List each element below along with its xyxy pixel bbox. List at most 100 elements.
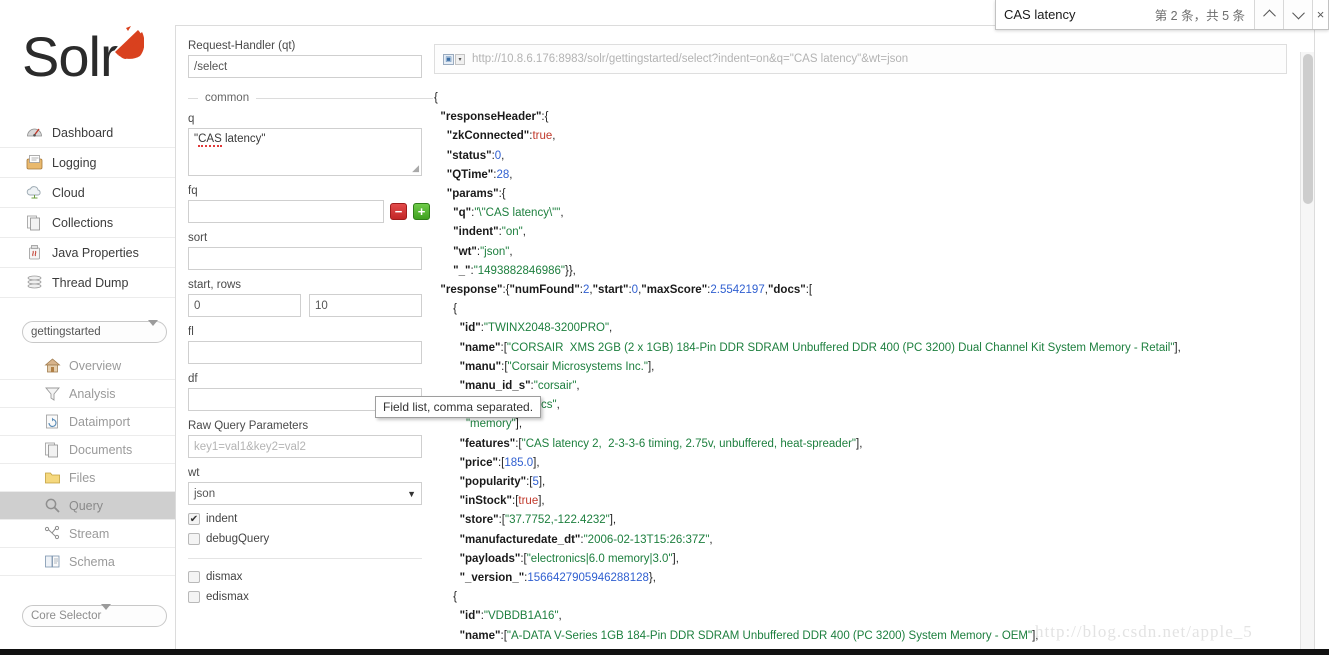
json-line: "_version_":1566427905946288128},	[459, 572, 656, 585]
sidebar-item-documents[interactable]: Documents	[0, 436, 175, 464]
subnav-label: Files	[69, 470, 96, 485]
edismax-label: edismax	[206, 591, 249, 603]
result-panel: ▣ ▾ http://10.8.6.176:8983/solr/gettingst…	[434, 31, 1304, 655]
subnav-label: Overview	[69, 358, 122, 373]
json-line: "id":"TWINX2048-3200PRO",	[459, 322, 613, 335]
find-match-count: 第 2 条，共 5 条	[1154, 9, 1245, 23]
json-line: "inStock":[true],	[459, 495, 545, 508]
q-input[interactable]: "CAS latency" ◢	[188, 128, 422, 176]
json-line: "responseHeader":{	[440, 111, 549, 124]
sidebar-item-collections[interactable]: Collections	[0, 208, 175, 238]
json-line: "features":["CAS latency 2, 2-3-3-6 timi…	[459, 437, 863, 450]
request-handler-input[interactable]: /select	[188, 55, 422, 78]
sidebar-item-overview[interactable]: Overview	[0, 352, 175, 380]
sidebar-item-cloud[interactable]: Cloud	[0, 178, 175, 208]
solr-logo[interactable]: Solr	[22, 26, 162, 88]
folder-icon	[44, 469, 61, 486]
sidebar-label: Cloud	[52, 185, 85, 200]
sidebar-item-schema[interactable]: Schema	[0, 548, 175, 576]
divider	[188, 558, 422, 559]
q-label: q	[188, 113, 195, 125]
find-close-button[interactable]: ×	[1312, 0, 1328, 29]
sidebar-item-java-properties[interactable]: Java Properties	[0, 238, 175, 268]
sidebar-label: Java Properties	[52, 245, 139, 260]
sidebar-item-stream[interactable]: Stream	[0, 520, 175, 548]
solr-admin-screen: Solr Dashboard Logging Cloud Collections…	[0, 0, 1329, 655]
rows-input[interactable]: 10	[309, 294, 422, 317]
json-line: "zkConnected":true,	[446, 130, 556, 143]
sidebar-item-dashboard[interactable]: Dashboard	[0, 118, 175, 148]
watermark: http://blog.csdn.net/apple_5	[1035, 622, 1253, 641]
core-dropdown[interactable]: gettingstarted	[22, 320, 167, 343]
sidebar-label: Dashboard	[52, 125, 114, 140]
indent-checkbox[interactable]: ✔	[188, 513, 200, 525]
debug-query-checkbox[interactable]	[188, 533, 200, 545]
json-response: { "responseHeader":{ "zkConnected":true,…	[434, 89, 1304, 655]
edismax-row[interactable]: edismax	[188, 591, 433, 603]
scrollbar-thumb[interactable]	[1303, 54, 1313, 204]
json-line: "status":0,	[446, 149, 505, 162]
core-selector-label: Core Selector	[31, 610, 102, 622]
subnav-label: Documents	[69, 442, 133, 457]
raw-query-input[interactable]: key1=val1&key2=val2	[188, 435, 422, 458]
sidebar-item-files[interactable]: Files	[0, 464, 175, 492]
fq-label: fq	[188, 185, 198, 197]
core-selector-dropdown[interactable]: Core Selector	[22, 604, 167, 627]
dismax-row[interactable]: dismax	[188, 571, 433, 583]
subnav-label: Dataimport	[69, 414, 131, 429]
bottom-bar	[0, 649, 1329, 655]
indent-row[interactable]: ✔ indent	[188, 513, 433, 525]
add-fq-button[interactable]: +	[413, 203, 430, 220]
fl-input[interactable]	[188, 341, 422, 364]
debug-query-label: debugQuery	[206, 533, 270, 545]
start-input[interactable]: 0	[188, 294, 301, 317]
find-previous-button[interactable]	[1254, 0, 1283, 29]
json-line: "params":{	[446, 188, 506, 201]
resize-handle-icon[interactable]: ◢	[412, 163, 419, 174]
json-line: "indent":"on",	[453, 226, 526, 239]
sidebar-item-logging[interactable]: Logging	[0, 148, 175, 178]
request-url-bar[interactable]: ▣ ▾ http://10.8.6.176:8983/solr/gettingst…	[434, 44, 1287, 74]
debug-query-row[interactable]: debugQuery	[188, 533, 433, 545]
json-line: "name":["CORSAIR XMS 2GB (2 x 1GB) 184-P…	[459, 341, 1181, 354]
request-url: http://10.8.6.176:8983/solr/gettingstart…	[472, 53, 909, 65]
dismax-checkbox[interactable]	[188, 571, 200, 583]
json-line: "QTime":28,	[446, 168, 513, 181]
fq-input[interactable]	[188, 200, 384, 223]
link-icon: ▣ ▾	[443, 53, 465, 65]
sort-label: sort	[188, 232, 208, 244]
subnav-label: Schema	[69, 554, 115, 569]
funnel-icon	[44, 385, 61, 402]
json-line: "popularity":[5],	[459, 476, 546, 489]
sidebar-item-query[interactable]: Query	[0, 492, 175, 520]
cloud-icon	[26, 184, 43, 201]
subnav-label: Stream	[69, 526, 110, 541]
json-line: "price":[185.0],	[459, 456, 540, 469]
json-line: "cat":["electronics",	[460, 399, 560, 412]
json-line: "memory"],	[465, 418, 523, 431]
sidebar-item-dataimport[interactable]: Dataimport	[0, 408, 175, 436]
request-handler-label: Request-Handler (qt)	[188, 40, 296, 52]
json-line: {	[453, 591, 458, 604]
sidebar-item-analysis[interactable]: Analysis	[0, 380, 175, 408]
main-nav: Dashboard Logging Cloud Collections Java…	[0, 118, 175, 298]
sort-input[interactable]	[188, 247, 422, 270]
sidebar-item-thread-dump[interactable]: Thread Dump	[0, 268, 175, 298]
json-line: {	[434, 92, 438, 104]
scrollbar[interactable]	[1300, 52, 1314, 655]
edismax-checkbox[interactable]	[188, 591, 200, 603]
sidebar: Solr Dashboard Logging Cloud Collections…	[0, 0, 175, 655]
json-line: "q":"\"CAS latency\"",	[453, 207, 564, 220]
indent-label: indent	[206, 513, 238, 525]
wt-select[interactable]: json ▼	[188, 482, 422, 505]
find-next-button[interactable]	[1283, 0, 1312, 29]
dashboard-icon	[26, 124, 43, 141]
json-line: {	[453, 303, 458, 316]
magnifier-icon	[44, 497, 61, 514]
json-line: "manu_id_s":"corsair",	[459, 380, 580, 393]
json-line: "response":{"numFound":2,"start":0,"maxS…	[440, 284, 813, 297]
chevron-down-icon: ▼	[407, 488, 416, 499]
json-line: "_":"1493882846986"}},	[453, 264, 576, 277]
find-input[interactable]: CAS latency	[996, 0, 1151, 29]
remove-fq-button[interactable]: −	[390, 203, 407, 220]
